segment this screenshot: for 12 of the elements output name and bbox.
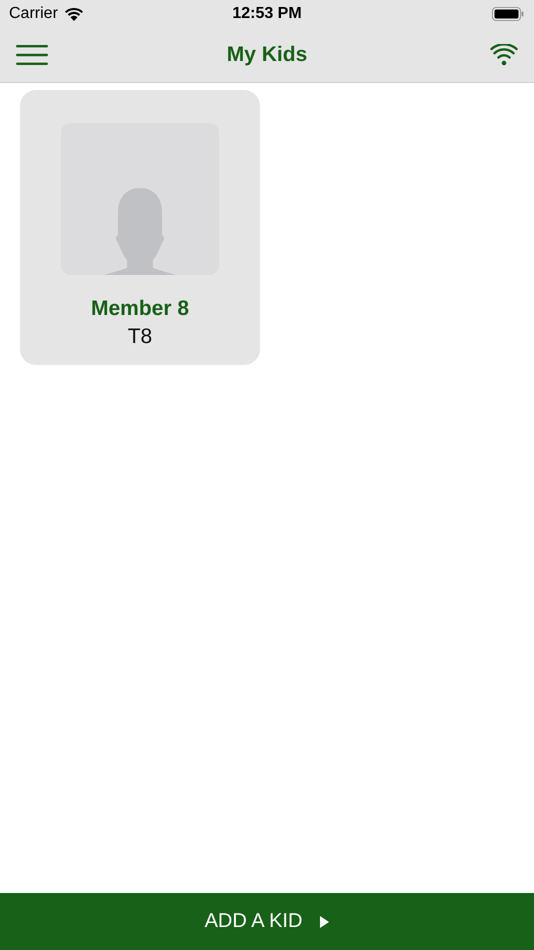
add-kid-button[interactable]: ADD A KID	[0, 893, 534, 950]
screen-title: My Kids	[226, 43, 308, 67]
menu-icon[interactable]	[16, 45, 48, 65]
battery-icon	[492, 6, 524, 22]
kid-name: Member 8	[90, 297, 190, 321]
wifi-icon[interactable]	[490, 44, 518, 66]
wifi-icon	[64, 7, 84, 21]
carrier-name: Carrier	[9, 5, 58, 23]
kid-card[interactable]: Member 8 T8	[20, 90, 260, 365]
play-icon	[320, 916, 330, 928]
clock-time: 12:53 PM	[232, 5, 302, 23]
kid-code: T8	[128, 325, 152, 349]
